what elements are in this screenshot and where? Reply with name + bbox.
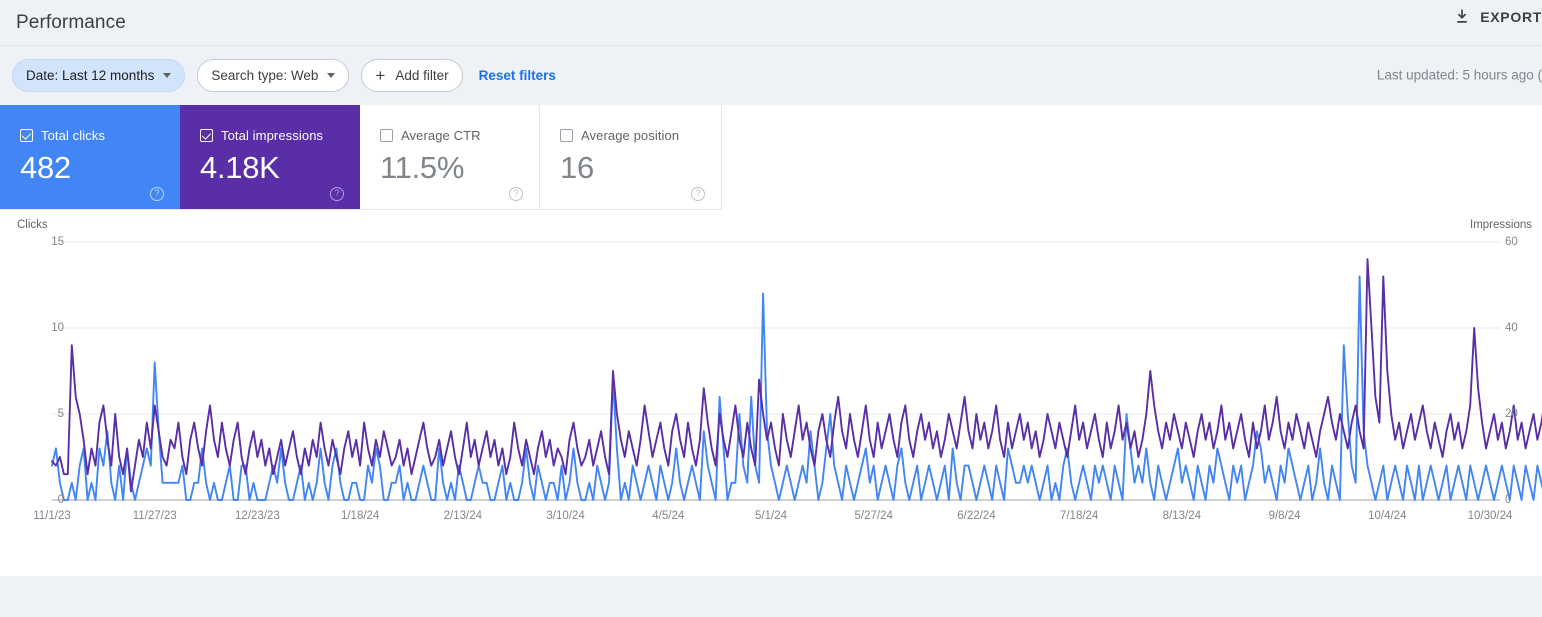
right-axis-tick: 40 — [1505, 322, 1518, 334]
search-type-filter-chip[interactable]: Search type: Web — [197, 58, 350, 92]
checkbox-average-ctr[interactable] — [380, 129, 393, 142]
metric-value: 16 — [560, 150, 594, 185]
left-axis-tick: 10 — [51, 322, 64, 334]
add-filter-button[interactable]: + Add filter — [361, 58, 463, 92]
metric-label: Average position — [581, 128, 680, 143]
metric-header: Average position — [560, 128, 721, 143]
help-icon[interactable]: ? — [509, 187, 523, 201]
x-axis-tick: 10/4/24 — [1368, 510, 1407, 522]
checkbox-average-position[interactable] — [560, 129, 573, 142]
plus-icon: + — [375, 65, 386, 85]
x-axis-tick: 12/23/23 — [235, 510, 280, 522]
x-axis-tick: 2/13/24 — [443, 510, 483, 522]
page-title: Performance — [16, 11, 126, 33]
metric-label: Average CTR — [401, 128, 481, 143]
x-axis-tick: 5/27/24 — [854, 510, 893, 522]
left-axis-tick: 15 — [51, 236, 64, 248]
x-axis-tick: 11/1/23 — [33, 510, 71, 522]
export-label: EXPORT — [1480, 9, 1542, 25]
x-axis-tick: 4/5/24 — [652, 510, 685, 522]
export-button[interactable]: EXPORT — [1453, 8, 1542, 26]
metric-value: 482 — [20, 150, 71, 185]
help-icon[interactable]: ? — [150, 187, 164, 201]
left-axis-tick: 0 — [57, 494, 64, 506]
x-axis-tick: 5/1/24 — [755, 510, 787, 522]
date-range-filter-label: Date: Last 12 months — [26, 67, 155, 83]
right-axis-tick: 20 — [1505, 408, 1518, 420]
x-axis-tick: 8/13/24 — [1162, 510, 1202, 522]
x-axis-tick: 10/30/24 — [1467, 510, 1513, 522]
right-axis-tick: 60 — [1505, 236, 1518, 248]
download-icon — [1453, 8, 1471, 26]
metric-card-average-ctr[interactable]: Average CTR 11.5% ? — [360, 105, 540, 209]
x-axis-tick: 6/22/24 — [957, 510, 996, 522]
chevron-down-icon — [163, 72, 172, 78]
reset-filters-link[interactable]: Reset filters — [479, 68, 556, 83]
x-axis-tick: 3/10/24 — [546, 510, 585, 522]
metric-card-total-impressions[interactable]: Total impressions 4.18K ? — [180, 105, 360, 209]
filter-bar: Date: Last 12 months Search type: Web + … — [0, 46, 1542, 104]
metric-header: Average CTR — [380, 128, 539, 143]
x-axis-tick: 11/27/23 — [132, 510, 177, 522]
help-icon[interactable]: ? — [330, 187, 344, 201]
metric-card-average-position[interactable]: Average position 16 ? — [540, 105, 722, 209]
x-axis-tick: 1/18/24 — [340, 510, 380, 522]
metric-cards: Total clicks 482 ? Total impressions 4.1… — [0, 105, 723, 210]
right-axis-tick: 0 — [1505, 494, 1512, 506]
help-icon[interactable]: ? — [691, 187, 705, 201]
last-updated-text: Last updated: 5 hours ago ( — [1376, 67, 1542, 83]
metric-header: Total impressions — [200, 128, 360, 143]
performance-chart[interactable]: Clicks Impressions 0 5 10 15 0 20 40 60 11/1/23… — [0, 210, 1542, 576]
metric-card-total-clicks[interactable]: Total clicks 482 ? — [0, 105, 180, 209]
metric-label: Total impressions — [221, 128, 324, 143]
metric-header: Total clicks — [20, 128, 180, 143]
chevron-down-icon — [327, 72, 336, 78]
x-axis-tick: 9/8/24 — [1268, 510, 1301, 522]
date-range-filter-chip[interactable]: Date: Last 12 months — [12, 58, 186, 92]
metric-label: Total clicks — [41, 128, 106, 143]
x-axis-tick: 7/18/24 — [1059, 510, 1099, 522]
performance-panel: Total clicks 482 ? Total impressions 4.1… — [0, 104, 1542, 576]
search-type-filter-label: Search type: Web — [211, 67, 319, 83]
add-filter-label: Add filter — [395, 67, 449, 83]
page-header: Performance EXPORT — [0, 0, 1542, 45]
metric-value: 4.18K — [200, 150, 280, 185]
metric-value: 11.5% — [380, 150, 465, 185]
checkbox-total-impressions[interactable] — [200, 129, 213, 142]
left-axis-tick: 5 — [57, 408, 64, 420]
checkbox-total-clicks[interactable] — [20, 129, 33, 142]
